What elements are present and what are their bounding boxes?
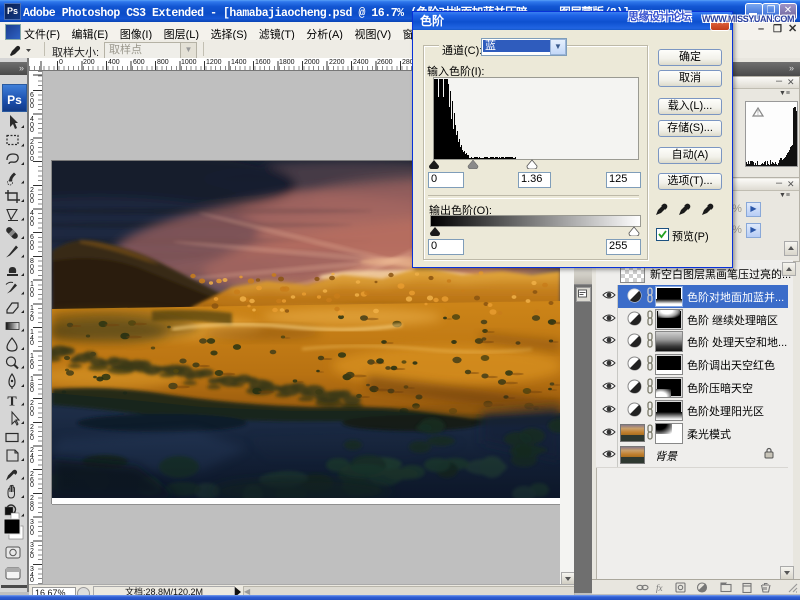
svg-text:!: ! [757, 110, 759, 117]
svg-text:fx: fx [656, 583, 663, 593]
svg-text:T: T [7, 395, 17, 410]
